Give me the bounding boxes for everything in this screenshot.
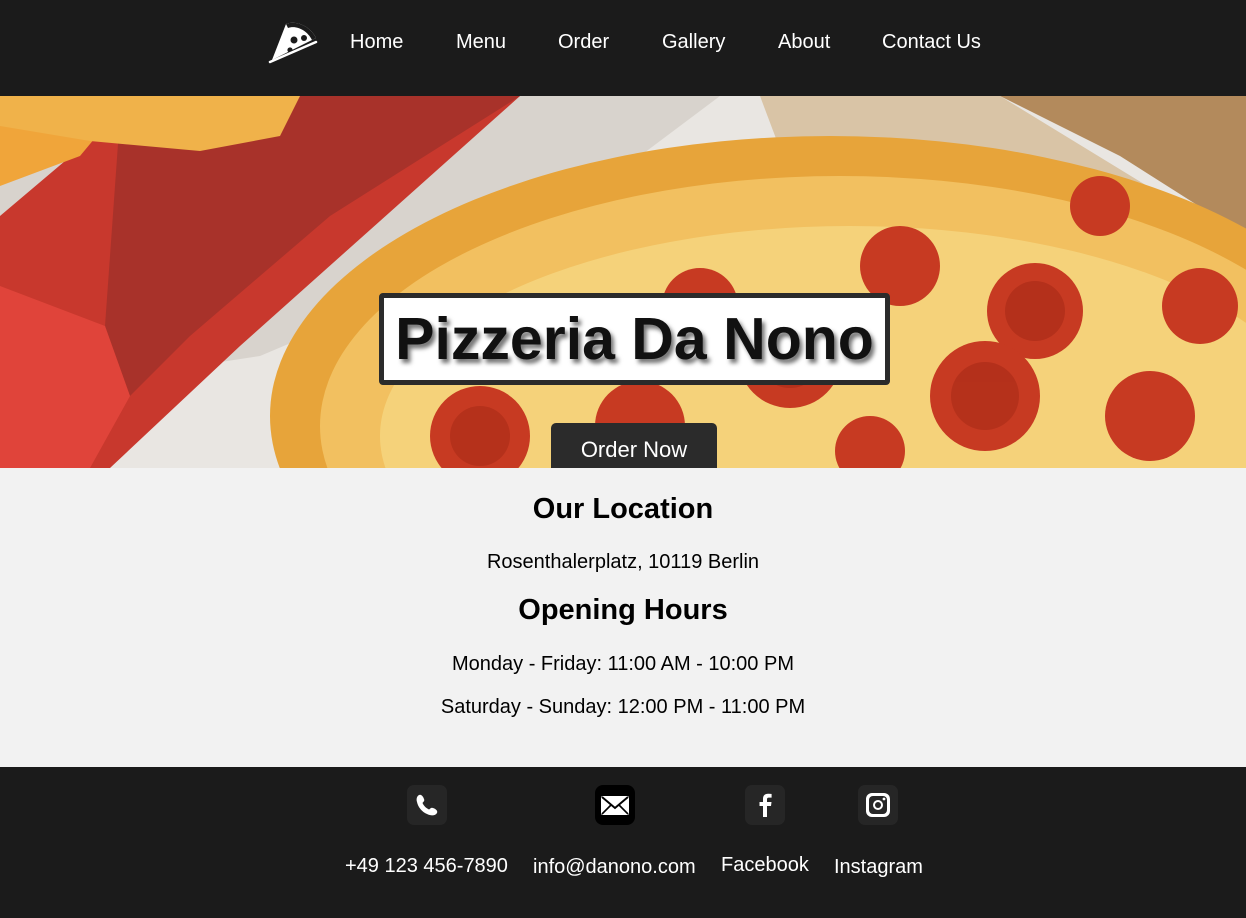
nav-gallery[interactable]: Gallery: [662, 31, 725, 54]
location-address: Rosenthalerplatz, 10119 Berlin: [486, 551, 760, 573]
instagram-link[interactable]: Instagram: [834, 856, 923, 879]
info-section: Our Location Rosenthalerplatz, 10119 Ber…: [0, 468, 1246, 767]
location-heading: Our Location: [532, 493, 714, 525]
order-now-button[interactable]: Order Now: [551, 423, 717, 468]
email-icon[interactable]: [595, 785, 635, 825]
nav-home[interactable]: Home: [350, 31, 403, 54]
facebook-link[interactable]: Facebook: [721, 854, 809, 877]
hours-heading: Opening Hours: [518, 594, 728, 626]
nav-about[interactable]: About: [778, 31, 830, 54]
hero-section: Pizzeria Da Nono Order Now: [0, 96, 1246, 468]
hours-weekdays: Monday - Friday: 11:00 AM - 10:00 PM: [451, 653, 794, 675]
nav-menu[interactable]: Menu: [456, 31, 506, 54]
phone-link[interactable]: +49 123 456-7890: [345, 855, 508, 878]
site-footer: +49 123 456-7890 info@danono.com Faceboo…: [0, 767, 1246, 918]
email-link[interactable]: info@danono.com: [533, 856, 696, 879]
pizza-hero-image: [0, 96, 1246, 468]
hero-title: Pizzeria Da Nono: [379, 293, 890, 385]
instagram-icon[interactable]: [858, 785, 898, 825]
nav-contact-us[interactable]: Contact Us: [882, 31, 981, 54]
nav-order[interactable]: Order: [558, 31, 609, 54]
pizza-slice-icon[interactable]: [266, 14, 320, 68]
site-header: Home Menu Order Gallery About Contact Us: [0, 0, 1246, 96]
hours-weekend: Saturday - Sunday: 12:00 PM - 11:00 PM: [440, 696, 806, 718]
phone-icon[interactable]: [407, 785, 447, 825]
facebook-icon[interactable]: [745, 785, 785, 825]
